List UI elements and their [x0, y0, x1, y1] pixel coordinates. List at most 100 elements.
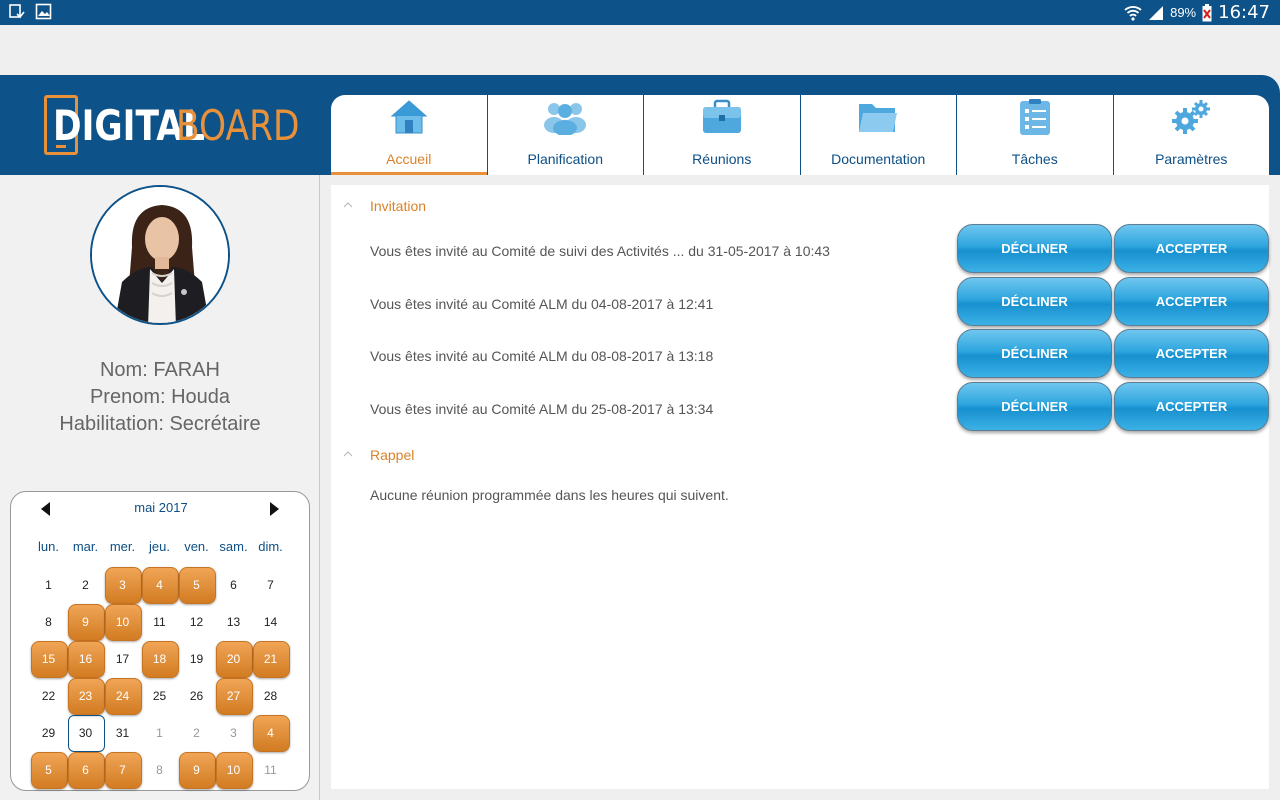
- calendar-day-number: 13: [226, 614, 241, 629]
- calendar-days: 1 2 3 4 5 6 7 8 9 10 11 12 13 14 15 16 17 18 19 20 21 22 23 24 2…: [30, 566, 290, 789]
- weekday-label: jeu.: [149, 539, 170, 554]
- invitation-text: Vous êtes invité au Comité ALM du 25-08-…: [370, 401, 714, 417]
- calendar-day-event[interactable]: 5: [178, 566, 216, 604]
- calendar-day[interactable]: 19: [178, 640, 215, 677]
- calendar-day-event[interactable]: 27: [215, 677, 253, 715]
- decline-button[interactable]: DÉCLINER: [957, 277, 1112, 326]
- tab-taches[interactable]: Tâches: [957, 95, 1114, 175]
- accept-button[interactable]: ACCEPTER: [1114, 329, 1269, 378]
- profile-habilitation: Habilitation: Secrétaire: [59, 413, 261, 435]
- calendar-day-number: 16: [78, 651, 93, 666]
- collapse-invitation-icon[interactable]: [343, 200, 353, 210]
- calendar-day-number: 2: [82, 577, 89, 592]
- rappel-message: Aucune réunion programmée dans les heure…: [370, 487, 729, 503]
- calendar-day-event[interactable]: 20: [215, 640, 253, 678]
- calendar-day-number: 10: [226, 762, 241, 777]
- tab-reunions[interactable]: Réunions: [644, 95, 801, 175]
- calendar-day-event[interactable]: 10: [104, 603, 142, 641]
- calendar-day-number: 14: [263, 614, 278, 629]
- weekday-label: mar.: [72, 539, 99, 554]
- accept-button[interactable]: ACCEPTER: [1114, 277, 1269, 326]
- calendar-day-number: 29: [41, 725, 56, 740]
- calendar-day-event[interactable]: 9: [178, 751, 216, 789]
- logo-board: BOARD: [176, 101, 300, 150]
- calendar-day[interactable]: 26: [178, 677, 215, 714]
- calendar-day-event[interactable]: 16: [67, 640, 105, 678]
- calendar-day-number: 19: [189, 651, 204, 666]
- calendar-weekdays: lun. mar. mer. jeu. ven. sam. dim.: [30, 539, 289, 554]
- calendar-day-number: 15: [41, 651, 56, 666]
- battery-percent: 89%: [1170, 5, 1197, 20]
- calendar-day-event[interactable]: 4: [252, 714, 290, 752]
- calendar-day-number: 25: [152, 688, 167, 703]
- tab-label: Documentation: [831, 151, 926, 167]
- decline-button[interactable]: DÉCLINER: [957, 382, 1112, 431]
- decline-button[interactable]: DÉCLINER: [957, 329, 1112, 378]
- calendar-day-today[interactable]: 30: [67, 714, 105, 752]
- accept-button[interactable]: ACCEPTER: [1114, 224, 1269, 273]
- calendar-day[interactable]: 25: [141, 677, 178, 714]
- calendar-day[interactable]: 1: [141, 714, 178, 751]
- decline-button[interactable]: DÉCLINER: [957, 224, 1112, 273]
- calendar-day-event[interactable]: 9: [67, 603, 105, 641]
- calendar-day[interactable]: 7: [252, 566, 289, 603]
- calendar-day-number: 18: [152, 651, 167, 666]
- weekday-label: dim.: [258, 539, 283, 554]
- calendar-day-event[interactable]: 24: [104, 677, 142, 715]
- calendar-day-event[interactable]: 21: [252, 640, 290, 678]
- calendar-day[interactable]: 29: [30, 714, 67, 751]
- tab-planification[interactable]: Planification: [488, 95, 644, 175]
- calendar-day-number: 22: [41, 688, 56, 703]
- calendar-day[interactable]: 11: [141, 603, 178, 640]
- calendar-day-event[interactable]: 4: [141, 566, 179, 604]
- calendar-day[interactable]: 12: [178, 603, 215, 640]
- calendar-day-number: 7: [267, 577, 274, 592]
- calendar-day[interactable]: 17: [104, 640, 141, 677]
- calendar-day[interactable]: 28: [252, 677, 289, 714]
- invitation-title: Invitation: [370, 198, 427, 214]
- profile-nom: Nom: FARAH: [99, 359, 221, 381]
- calendar-day[interactable]: 1: [30, 566, 67, 603]
- calendar-day-number: 28: [263, 688, 278, 703]
- calendar-day[interactable]: 14: [252, 603, 289, 640]
- calendar-day-event[interactable]: 6: [67, 751, 105, 789]
- next-month-icon[interactable]: [270, 502, 279, 516]
- checklist-icon: [1013, 97, 1057, 137]
- calendar-day[interactable]: 2: [178, 714, 215, 751]
- signal-icon: [1149, 5, 1164, 20]
- status-right: 89% 16:47: [1124, 0, 1270, 25]
- calendar-day-event[interactable]: 15: [30, 640, 68, 678]
- tab-accueil[interactable]: Accueil: [331, 95, 488, 175]
- calendar-day-event[interactable]: 18: [141, 640, 179, 678]
- calendar-day-event[interactable]: 3: [104, 566, 142, 604]
- calendar-day-number: 6: [82, 762, 89, 777]
- calendar-day[interactable]: 22: [30, 677, 67, 714]
- calendar-day-number: 7: [119, 762, 126, 777]
- calendar-day[interactable]: 8: [141, 751, 178, 788]
- calendar-day-number: 23: [78, 688, 93, 703]
- calendar-day-number: 6: [230, 577, 237, 592]
- accept-button[interactable]: ACCEPTER: [1114, 382, 1269, 431]
- weekday-label: lun.: [38, 539, 59, 554]
- invitation-text: Vous êtes invité au Comité ALM du 04-08-…: [370, 296, 714, 312]
- calendar-day[interactable]: 31: [104, 714, 141, 751]
- calendar-day[interactable]: 2: [67, 566, 104, 603]
- folder-icon: [856, 97, 900, 137]
- calendar-day[interactable]: 8: [30, 603, 67, 640]
- calendar-day[interactable]: 6: [215, 566, 252, 603]
- tab-documentation[interactable]: Documentation: [801, 95, 957, 175]
- tab-parametres[interactable]: Paramètres: [1114, 95, 1270, 175]
- invitation-text: Vous êtes invité au Comité ALM du 08-08-…: [370, 348, 714, 364]
- calendar-day[interactable]: 11: [252, 751, 289, 788]
- calendar-day[interactable]: 13: [215, 603, 252, 640]
- collapse-rappel-icon[interactable]: [343, 449, 353, 459]
- calendar-day-number: 11: [264, 762, 277, 777]
- calendar-day-number: 24: [115, 688, 130, 703]
- calendar-day-event[interactable]: 7: [104, 751, 142, 789]
- app-logo: DIGITAL BOARD: [44, 95, 300, 155]
- calendar-day-number: 4: [267, 725, 274, 740]
- calendar-day-event[interactable]: 23: [67, 677, 105, 715]
- calendar-day-event[interactable]: 5: [30, 751, 68, 789]
- calendar-day[interactable]: 3: [215, 714, 252, 751]
- calendar-day-event[interactable]: 10: [215, 751, 253, 789]
